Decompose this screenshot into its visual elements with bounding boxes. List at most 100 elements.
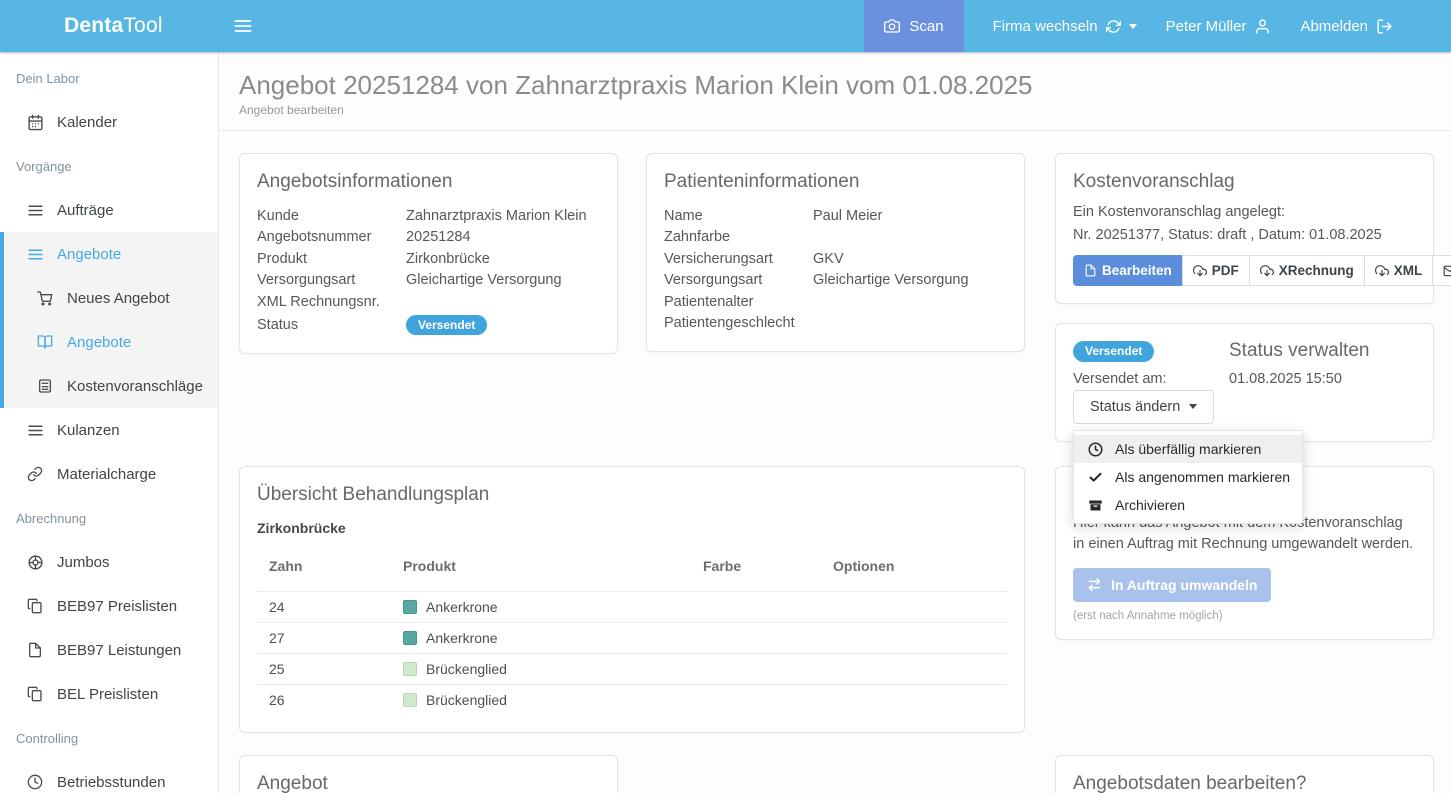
top-header: DentaTool Scan Firma wechseln P xyxy=(0,0,1451,52)
main-content: Angebot 20251284 von Zahnarztpraxis Mari… xyxy=(219,52,1451,793)
menu-item-archive[interactable]: Archivieren xyxy=(1074,491,1302,519)
refresh-icon xyxy=(1106,19,1121,34)
logo-text-bold: Denta xyxy=(64,14,123,37)
patient-info-card: Patienteninformationen NamePaul Meier Za… xyxy=(646,153,1025,352)
clock-icon xyxy=(1088,442,1103,457)
status-badge: Versendet xyxy=(406,315,487,335)
info-row: NamePaul Meier xyxy=(664,206,1007,227)
info-row: KundeZahnarztpraxis Marion Klein xyxy=(257,206,600,227)
page-title: Angebot 20251284 von Zahnarztpraxis Mari… xyxy=(239,70,1451,101)
convert-note: (erst nach Annahme möglich) xyxy=(1073,610,1416,622)
product-color-chip xyxy=(403,693,417,707)
edit-offer-data-card: Angebotsdaten bearbeiten? xyxy=(1055,755,1434,793)
column-header-zahn: Zahn xyxy=(257,554,391,592)
page-head: Angebot 20251284 von Zahnarztpraxis Mari… xyxy=(219,52,1451,117)
company-switch-menu[interactable]: Firma wechseln xyxy=(993,18,1137,35)
table-row: 27 Ankerkrone xyxy=(257,622,1007,653)
info-row: VersicherungsartGKV xyxy=(664,249,1007,270)
list-icon xyxy=(26,202,44,219)
status-manage-card: Versendet Status verwalten Versendet am:… xyxy=(1055,323,1434,442)
sidebar: Dein Labor Kalender Vorgänge Aufträge An… xyxy=(0,52,219,793)
sidebar-item-beb97-preislisten[interactable]: BEB97 Preislisten xyxy=(0,584,218,628)
calendar-icon xyxy=(26,114,44,131)
link-icon xyxy=(26,466,44,482)
sidebar-item-jumbos[interactable]: Jumbos xyxy=(0,540,218,584)
treatment-plan-title: Übersicht Behandlungsplan xyxy=(257,484,1007,506)
clock-icon xyxy=(26,774,44,790)
sidebar-item-betriebsstunden[interactable]: Betriebsstunden xyxy=(0,760,218,793)
menu-item-mark-accepted[interactable]: Als angenommen markieren xyxy=(1074,463,1302,491)
offer-bottom-card: Angebot XML Auftragsnummer: xyxy=(239,755,618,793)
status-dropdown-menu: Als überfällig markieren Als angenommen … xyxy=(1073,430,1303,524)
app-window: DentaTool Scan Firma wechseln P xyxy=(0,0,1451,793)
cost-estimate-line2: Nr. 20251377, Status: draft , Datum: 01.… xyxy=(1073,224,1416,247)
product-color-chip xyxy=(403,600,417,614)
offer-info-title: Angebotsinformationen xyxy=(257,171,600,193)
pdf-download-button[interactable]: PDF xyxy=(1182,255,1250,286)
page-subtitle: Angebot bearbeiten xyxy=(239,103,1451,117)
sidebar-item-auftraege[interactable]: Aufträge xyxy=(0,188,218,232)
scan-label: Scan xyxy=(909,18,943,35)
swap-arrows-icon xyxy=(1087,577,1102,592)
sent-at-label: Versendet am: xyxy=(1073,371,1229,387)
info-row: VersorgungsartGleichartige Versorgung xyxy=(257,270,600,291)
cost-estimate-title: Kostenvoranschlag xyxy=(1073,171,1416,193)
pages-icon xyxy=(26,598,44,614)
info-row: Angebotsnummer20251284 xyxy=(257,227,600,248)
product-color-chip xyxy=(403,631,417,645)
list-icon xyxy=(26,422,44,439)
xml-download-button[interactable]: XML xyxy=(1364,255,1434,286)
user-menu[interactable]: Peter Müller xyxy=(1166,18,1272,35)
download-cloud-icon xyxy=(1193,264,1207,278)
convert-to-order-button[interactable]: In Auftrag umwandeln xyxy=(1073,568,1271,602)
sidebar-item-materialcharge[interactable]: Materialcharge xyxy=(0,452,218,496)
menu-item-mark-overdue[interactable]: Als überfällig markieren xyxy=(1074,435,1302,463)
shopping-cart-icon xyxy=(36,290,54,306)
download-cloud-icon xyxy=(1260,264,1274,278)
sidebar-item-beb97-leistungen[interactable]: BEB97 Leistungen xyxy=(0,628,218,672)
list-icon xyxy=(26,246,44,263)
treatment-plan-table: Zahn Produkt Farbe Optionen 24 Ankerkron… xyxy=(257,554,1007,715)
cost-estimate-card: Kostenvoranschlag Ein Kostenvoranschlag … xyxy=(1055,153,1434,304)
sidebar-item-kalender[interactable]: Kalender xyxy=(0,100,218,144)
column-header-produkt: Produkt xyxy=(391,554,691,592)
xrechnung-download-button[interactable]: XRechnung xyxy=(1249,255,1365,286)
sidebar-item-bel-preislisten[interactable]: BEL Preislisten xyxy=(0,672,218,716)
logout-button[interactable]: Abmelden xyxy=(1300,18,1393,35)
info-row: ProduktZirkonbrücke xyxy=(257,249,600,270)
change-status-button[interactable]: Status ändern xyxy=(1073,390,1214,424)
sidebar-item-neues-angebot[interactable]: Neues Angebot xyxy=(4,276,218,320)
sidebar-section-abrechnung: Abrechnung xyxy=(0,496,218,540)
table-row: 24 Ankerkrone xyxy=(257,591,1007,622)
table-row: 25 Brückenglied xyxy=(257,653,1007,684)
sidebar-item-kostenvoranschlaege[interactable]: Kostenvoranschläge xyxy=(4,364,218,408)
camera-icon xyxy=(884,18,900,34)
book-open-icon xyxy=(36,334,54,350)
sidebar-section-vorgaenge: Vorgänge xyxy=(0,144,218,188)
document-icon xyxy=(1084,264,1097,277)
sidebar-item-angebote-liste[interactable]: Angebote xyxy=(4,320,218,364)
calculator-icon xyxy=(36,378,54,394)
check-icon xyxy=(1088,470,1103,485)
offer-info-card: Angebotsinformationen KundeZahnarztpraxi… xyxy=(239,153,618,354)
wheel-icon xyxy=(26,554,44,571)
app-logo[interactable]: DentaTool xyxy=(0,14,219,38)
cost-estimate-actions: Bearbeiten PDF XRechnung xyxy=(1073,255,1451,286)
sidebar-toggle-button[interactable] xyxy=(233,16,253,36)
info-row: XML Rechnungsnr. xyxy=(257,292,600,313)
info-row: Patientengeschlecht xyxy=(664,313,1007,334)
email-button[interactable]: E-Mail xyxy=(1432,255,1451,286)
sidebar-item-angebote[interactable]: Angebote xyxy=(4,232,218,276)
logo-text-light: Tool xyxy=(123,14,162,37)
chevron-down-icon xyxy=(1129,24,1137,29)
logout-label: Abmelden xyxy=(1300,18,1368,35)
info-row: StatusVersendet xyxy=(257,315,600,336)
sidebar-item-kulanzen[interactable]: Kulanzen xyxy=(0,408,218,452)
company-switch-label: Firma wechseln xyxy=(993,18,1098,35)
plan-product-name: Zirkonbrücke xyxy=(257,520,1007,536)
file-icon xyxy=(26,642,44,658)
scan-button[interactable]: Scan xyxy=(864,0,963,52)
edit-button[interactable]: Bearbeiten xyxy=(1073,255,1183,286)
info-row: Zahnfarbe xyxy=(664,227,1007,248)
download-cloud-icon xyxy=(1375,264,1389,278)
